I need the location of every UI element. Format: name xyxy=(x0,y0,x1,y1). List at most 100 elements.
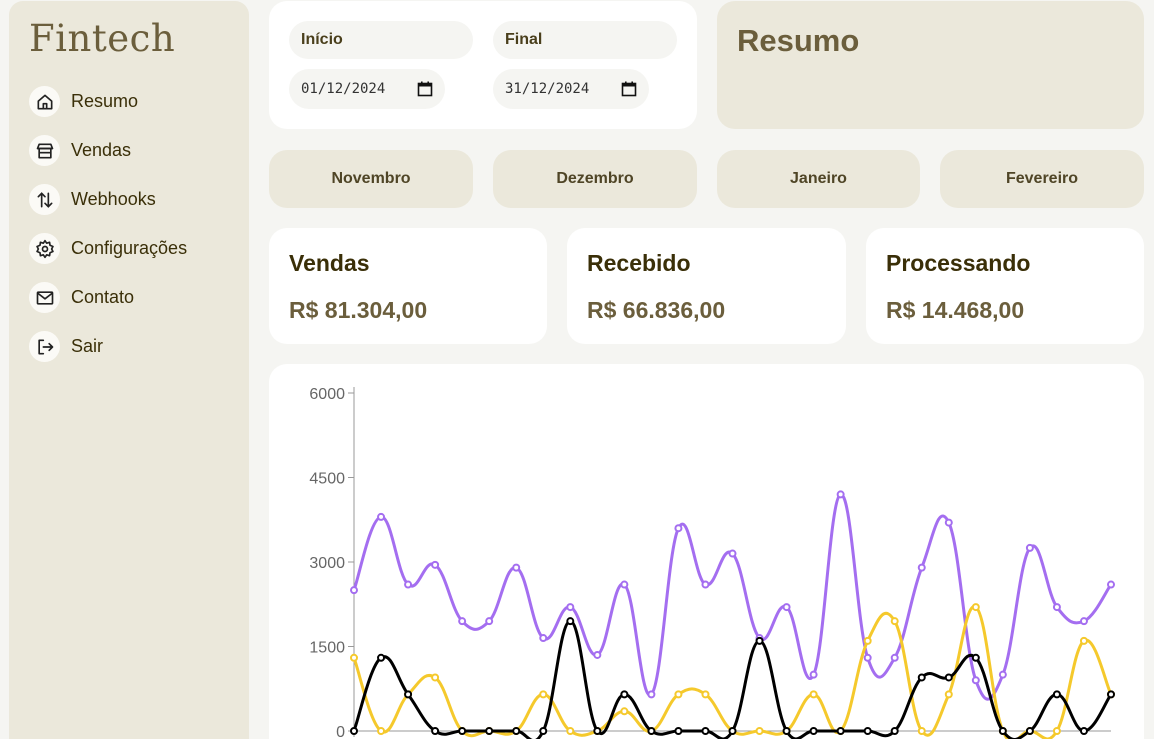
stat-card-recebido: Recebido R$ 66.836,00 xyxy=(567,228,846,344)
data-point xyxy=(863,636,872,645)
data-point xyxy=(809,727,818,735)
data-point xyxy=(512,563,521,572)
data-point xyxy=(485,727,494,735)
start-date-value: 01/12/2024 xyxy=(301,81,386,97)
stat-title: Vendas xyxy=(289,250,370,276)
data-point xyxy=(701,690,710,699)
sidebar-item-vendas[interactable]: Vendas xyxy=(29,134,187,167)
data-point xyxy=(566,727,575,735)
logout-icon xyxy=(29,331,60,362)
data-point xyxy=(539,727,548,735)
month-button-dezembro[interactable]: Dezembro xyxy=(493,150,697,208)
y-tick-label: 4500 xyxy=(309,471,345,488)
brand-logo: Fintech xyxy=(29,17,176,60)
end-date-input[interactable]: 31/12/2024 xyxy=(493,69,649,109)
sidebar-item-label: Resumo xyxy=(71,91,139,111)
start-date-input[interactable]: 01/12/2024 xyxy=(289,69,445,109)
data-point xyxy=(836,727,845,735)
data-point xyxy=(674,727,683,735)
data-point xyxy=(809,670,818,679)
data-point xyxy=(971,676,980,685)
data-point xyxy=(971,603,980,612)
page-title: Resumo xyxy=(737,23,860,58)
arrows-updown-icon xyxy=(29,184,60,215)
stat-value: R$ 14.468,00 xyxy=(886,297,1025,323)
data-point xyxy=(701,580,710,589)
date-range-card: Início 01/12/2024 Final 31/12/2024 xyxy=(269,1,697,129)
data-point xyxy=(944,518,953,527)
month-button-novembro[interactable]: Novembro xyxy=(269,150,473,208)
data-point xyxy=(620,707,629,716)
data-point xyxy=(377,512,386,521)
data-point xyxy=(944,690,953,699)
data-point xyxy=(1107,690,1115,699)
data-point xyxy=(539,634,548,643)
sidebar-item-label: Configurações xyxy=(71,238,188,258)
sidebar-item-contato[interactable]: Contato xyxy=(29,281,187,314)
summary-header-card: Resumo xyxy=(717,1,1144,129)
data-point xyxy=(350,653,358,662)
data-point xyxy=(1052,603,1061,612)
data-point xyxy=(674,524,683,533)
stat-title: Recebido xyxy=(587,250,691,276)
data-point xyxy=(782,727,791,735)
month-button-fevereiro[interactable]: Fevereiro xyxy=(940,150,1144,208)
store-icon xyxy=(29,135,60,166)
data-point xyxy=(1052,727,1061,735)
sidebar-item-sair[interactable]: Sair xyxy=(29,330,187,363)
data-point xyxy=(593,650,602,659)
data-point xyxy=(1079,727,1088,735)
data-point xyxy=(674,690,683,699)
sidebar-item-label: Webhooks xyxy=(71,189,156,209)
y-tick-label: 6000 xyxy=(309,386,345,403)
month-button-janeiro[interactable]: Janeiro xyxy=(717,150,920,208)
data-point xyxy=(1025,543,1034,552)
data-point xyxy=(782,603,791,612)
data-point xyxy=(647,727,656,735)
data-point xyxy=(863,653,872,662)
data-point xyxy=(539,690,548,699)
data-point xyxy=(404,580,413,589)
end-date-label: Final xyxy=(493,21,677,59)
y-tick-label: 0 xyxy=(336,724,345,739)
data-point xyxy=(620,690,629,699)
data-point xyxy=(512,727,521,735)
data-point xyxy=(647,690,656,699)
sidebar-item-label: Contato xyxy=(71,287,135,307)
data-point xyxy=(917,727,926,735)
sales-chart-card: 0 1500 3000 4500 6000 xyxy=(269,364,1144,739)
stat-value: R$ 81.304,00 xyxy=(289,297,428,323)
sidebar-item-resumo[interactable]: Resumo xyxy=(29,85,187,118)
data-point xyxy=(620,580,629,589)
data-point xyxy=(701,727,710,735)
data-point xyxy=(350,727,358,735)
data-point xyxy=(809,690,818,699)
data-point xyxy=(377,727,386,735)
data-point xyxy=(755,727,764,735)
sidebar-item-webhooks[interactable]: Webhooks xyxy=(29,183,187,216)
data-point xyxy=(917,563,926,572)
data-point xyxy=(971,653,980,662)
data-point xyxy=(458,617,467,626)
data-point xyxy=(998,670,1007,679)
data-point xyxy=(458,727,467,735)
data-point xyxy=(890,653,899,662)
calendar-icon[interactable] xyxy=(417,81,433,97)
data-point xyxy=(836,490,845,499)
data-point xyxy=(863,727,872,735)
data-point xyxy=(431,727,440,735)
data-point xyxy=(1079,636,1088,645)
data-point xyxy=(566,603,575,612)
sidebar-nav: Resumo Vendas Webhooks Configurações Con… xyxy=(29,85,187,379)
data-point xyxy=(1052,690,1061,699)
data-point xyxy=(485,617,494,626)
data-point xyxy=(431,560,440,569)
end-date-value: 31/12/2024 xyxy=(505,81,590,97)
calendar-icon[interactable] xyxy=(621,81,637,97)
data-point xyxy=(431,673,440,682)
y-tick-label: 3000 xyxy=(309,555,345,572)
series-line-3 xyxy=(352,619,1113,739)
sidebar-item-configuracoes[interactable]: Configurações xyxy=(29,232,187,265)
stat-card-processando: Processando R$ 14.468,00 xyxy=(866,228,1144,344)
data-point xyxy=(890,727,899,735)
